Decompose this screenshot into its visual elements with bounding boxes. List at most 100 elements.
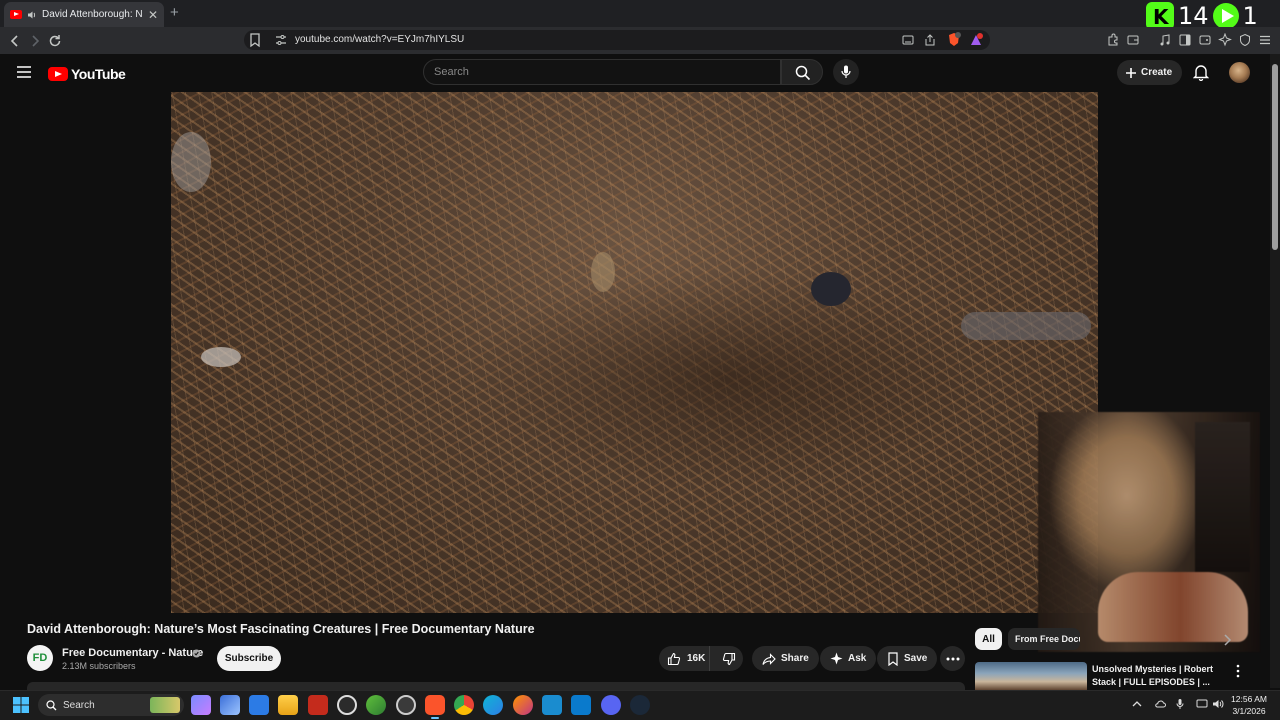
wallet-icon[interactable] — [1126, 33, 1140, 47]
webcam-overlay — [1038, 412, 1260, 652]
windows-start-icon[interactable] — [12, 696, 30, 714]
ellipsis-icon — [946, 657, 959, 660]
taskbar-app-widgets-icon[interactable] — [191, 695, 211, 715]
bookmark-icon[interactable] — [248, 32, 262, 48]
taskbar-steam-icon[interactable] — [630, 695, 650, 715]
url-text[interactable]: youtube.com/watch?v=EYJm7hIYLSU — [295, 34, 464, 45]
taskbar-app-news-icon[interactable] — [308, 695, 328, 715]
browser-tab-active[interactable]: David Attenborough: Nature's Most Fascin… — [4, 2, 164, 27]
share-page-icon[interactable] — [923, 33, 937, 47]
search-highlight-art — [150, 697, 180, 713]
voice-search-button[interactable] — [833, 59, 859, 85]
channel-name[interactable]: Free Documentary - Nature — [62, 647, 203, 659]
site-info-icon[interactable] — [275, 34, 287, 46]
taskbar-chrome-icon[interactable] — [454, 695, 474, 715]
brave-rewards-icon[interactable] — [969, 33, 983, 47]
video-player[interactable] — [171, 92, 1098, 613]
forward-icon[interactable] — [27, 33, 43, 49]
youtube-logo[interactable]: YouTube — [48, 66, 126, 82]
youtube-wordmark: YouTube — [71, 66, 126, 82]
save-bookmark-icon — [888, 651, 898, 666]
tray-cloud-icon[interactable] — [1154, 698, 1166, 710]
sidebar-toggle-icon[interactable] — [1178, 33, 1192, 47]
taskbar-firefox-icon[interactable] — [513, 695, 533, 715]
media-controls-icon[interactable] — [1158, 33, 1172, 47]
channel-avatar[interactable]: FD — [27, 645, 53, 671]
taskbar-app-obs-icon[interactable] — [396, 695, 416, 715]
recommendation-title[interactable]: Unsolved Mysteries | Robert Stack | FULL… — [1092, 663, 1222, 689]
more-actions-button[interactable] — [940, 646, 965, 671]
taskbar-brave-browser-icon[interactable] — [425, 695, 445, 719]
account-avatar[interactable] — [1229, 62, 1250, 83]
search-button[interactable] — [781, 59, 823, 85]
taskbar-edge-icon[interactable] — [483, 695, 503, 715]
video-frame-detail — [201, 347, 241, 367]
taskbar-clock[interactable]: 12:56 AM 3/1/2026 — [1228, 693, 1270, 717]
description-box[interactable] — [27, 682, 965, 690]
microphone-icon — [841, 65, 851, 78]
notifications-bell-icon[interactable] — [1193, 64, 1209, 81]
ask-label: Ask — [848, 653, 867, 664]
webcam-background-shelf — [1195, 422, 1250, 572]
tab-close-icon[interactable]: ✕ — [148, 9, 158, 21]
save-label: Save — [904, 653, 928, 664]
taskbar-discord-icon[interactable] — [601, 695, 621, 715]
tray-microphone-icon[interactable] — [1174, 698, 1186, 710]
subscriber-count: 2.13M subscribers — [62, 661, 136, 671]
recommendation-thumbnail[interactable] — [975, 662, 1087, 690]
chip-from-channel[interactable]: From Free Documentary — [1008, 628, 1080, 650]
share-arrow-icon — [762, 652, 776, 665]
youtube-favicon-icon — [10, 10, 22, 19]
browser-menu-icon[interactable] — [1258, 33, 1272, 47]
taskbar-app-game-icon[interactable] — [366, 695, 386, 715]
thumbs-down-icon — [722, 652, 736, 665]
plus-icon — [1126, 67, 1136, 78]
chip-all[interactable]: All — [975, 628, 1002, 650]
taskbar-search-label: Search — [63, 699, 95, 711]
tray-overflow-chevron-icon[interactable] — [1131, 698, 1143, 710]
create-button[interactable]: Create — [1117, 60, 1182, 85]
thumbs-up-icon — [667, 652, 681, 665]
taskbar-app-timer-icon[interactable] — [337, 695, 357, 715]
taskbar-file-explorer-icon[interactable] — [278, 695, 298, 715]
search-field[interactable] — [423, 59, 781, 85]
guide-menu-icon[interactable] — [16, 65, 32, 79]
cast-icon[interactable] — [901, 33, 915, 47]
video-frame-detail — [591, 252, 615, 292]
kick-logo-icon — [1146, 2, 1174, 30]
extensions-icon[interactable] — [1106, 33, 1120, 47]
share-button[interactable]: Share — [752, 646, 819, 671]
save-button[interactable]: Save — [877, 646, 938, 671]
taskbar-vscode-icon[interactable] — [571, 695, 591, 715]
clock-date: 3/1/2026 — [1232, 706, 1266, 716]
page-scrollbar-thumb[interactable] — [1272, 64, 1278, 250]
like-button[interactable]: 16K — [659, 646, 710, 671]
taskbar-app-infinity-icon[interactable] — [542, 695, 562, 715]
new-tab-button[interactable]: + — [170, 4, 179, 21]
taskbar-app-store-icon[interactable] — [220, 695, 240, 715]
reload-icon[interactable] — [47, 33, 63, 49]
recommendation-menu-icon[interactable] — [1234, 664, 1242, 678]
share-label: Share — [781, 653, 809, 664]
audio-playing-icon[interactable] — [27, 10, 37, 20]
leo-ai-icon[interactable] — [1218, 33, 1232, 47]
taskbar-app-remote-icon[interactable] — [249, 695, 269, 715]
subscribe-button[interactable]: Subscribe — [217, 646, 281, 671]
vpn-shield-icon[interactable] — [1238, 33, 1252, 47]
dislike-button[interactable] — [715, 646, 743, 671]
search-input[interactable] — [424, 60, 780, 84]
video-frame-detail — [171, 132, 211, 192]
tab-title: David Attenborough: Nature's Most Fascin… — [42, 9, 143, 20]
taskbar-search[interactable]: Search — [38, 694, 184, 716]
brave-shields-icon[interactable] — [947, 32, 961, 47]
back-icon[interactable] — [7, 33, 23, 49]
video-frame-detail — [811, 272, 851, 306]
channel-avatar-initials: FD — [32, 652, 48, 664]
wallet-panel-icon[interactable] — [1198, 33, 1212, 47]
tray-display-icon[interactable] — [1196, 698, 1208, 710]
ask-button[interactable]: Ask — [820, 646, 877, 671]
tray-speaker-icon[interactable] — [1212, 698, 1224, 710]
clock-time: 12:56 AM — [1231, 694, 1267, 704]
video-frame-detail — [961, 312, 1091, 340]
chevron-right-icon[interactable] — [1218, 631, 1236, 649]
